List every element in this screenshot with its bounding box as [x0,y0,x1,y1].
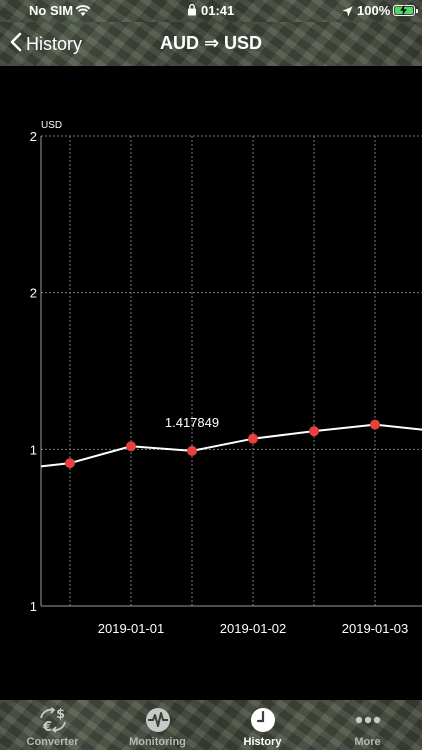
battery-icon [393,4,418,16]
lock-icon [187,3,197,21]
chart-grid [41,135,422,607]
tab-more[interactable]: More [315,700,420,750]
tab-history-label: History [243,736,282,748]
tab-bar: $ € Converter Monitoring History More [0,700,422,750]
data-point [370,419,380,430]
location-arrow-icon [342,4,353,22]
x-tick-label: 2019-01-01 [98,621,165,636]
currency-exchange-icon: $ € [36,706,70,739]
wifi-icon [75,4,91,22]
page-title: AUD ⇒ USD [159,33,263,53]
navigation-bar: History AUD ⇒ USD [0,22,422,66]
tab-history[interactable]: History [210,700,315,750]
clock-icon [249,706,277,739]
y-axis-label: USD [41,120,62,131]
history-chart[interactable]: 2 2 1 1 USD 2019-01-01 2019-01-02 2019-01-03 1.4… [0,66,422,700]
x-tick-label: 2019-01-02 [220,621,287,636]
y-tick-label: 1 [30,599,37,614]
y-tick-label: 1 [30,442,37,457]
history-line-chart[interactable]: 2 2 1 1 USD 2019-01-01 2019-01-02 2019-01-03 1.4… [0,66,422,700]
data-point [248,433,258,444]
tab-monitoring[interactable]: Monitoring [105,700,210,750]
chart-labels: 2 2 1 1 USD 2019-01-01 2019-01-02 2019-01-03 1.4… [30,120,408,636]
x-tick-label: 2019-01-03 [342,621,409,636]
tab-converter-label: Converter [26,736,79,748]
data-annotation: 1.417849 [165,415,219,430]
status-time: 01:41 [201,3,235,18]
tab-monitoring-label: Monitoring [129,736,186,748]
activity-icon [144,706,172,739]
svg-text:$: $ [56,707,65,722]
chart-series [40,419,422,469]
data-point [65,458,75,469]
tab-converter[interactable]: $ € Converter [0,700,105,750]
battery-percent: 100% [357,3,391,18]
data-point [309,426,319,437]
more-dots-icon [354,706,382,739]
y-tick-label: 2 [30,286,37,301]
carrier-label: No SIM [29,3,74,18]
series-line [40,423,422,468]
status-bar: No SIM 01:41 100% [0,0,422,22]
data-point [126,441,136,452]
data-point [187,445,197,456]
y-tick-label: 2 [30,129,37,144]
chart-axes [40,136,422,607]
svg-text:€: € [42,720,52,734]
tab-more-label: More [354,736,381,748]
